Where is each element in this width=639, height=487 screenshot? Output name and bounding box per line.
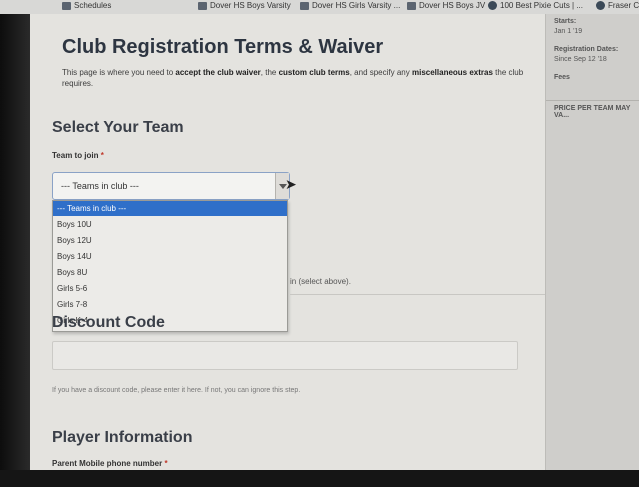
sidebar-divider — [546, 100, 639, 101]
parent-phone-label: Parent Mobile phone number * — [52, 459, 168, 468]
starts-value: Jan 1 '19 — [554, 28, 583, 35]
team-select[interactable]: --- Teams in club --- — [52, 172, 290, 200]
bookmark-item[interactable]: 100 Best Pixie Cuts | ... — [488, 1, 583, 10]
team-dropdown-list: --- Teams in club --- Boys 10U Boys 12U … — [52, 200, 288, 332]
bookmarks-bar: Schedules Dover HS Boys Varsity Dover HS… — [0, 0, 639, 14]
team-option[interactable]: Girls 7-8 — [53, 297, 287, 312]
team-option[interactable]: Girls 5-6 — [53, 281, 287, 296]
folder-icon — [407, 1, 416, 10]
fees-label: Fees — [554, 74, 570, 81]
registration-sidebar: Starts: Jan 1 '19 Registration Dates: Si… — [545, 14, 639, 470]
team-select-value: --- Teams in club --- — [61, 181, 139, 191]
main-content: Club Registration Terms & Waiver This pa… — [30, 14, 545, 470]
folder-icon — [198, 1, 207, 10]
bookmark-item[interactable]: Dover HS Girls Varsity ... — [300, 1, 400, 10]
price-per-team-label: PRICE PER TEAM MAY VA... — [554, 105, 631, 119]
player-information-heading: Player Information — [52, 429, 193, 446]
bookmark-item[interactable]: Fraser C... — [596, 1, 639, 10]
globe-icon — [596, 1, 605, 10]
folder-icon — [62, 1, 71, 10]
discount-code-hint: If you have a discount code, please ente… — [52, 387, 301, 394]
team-to-join-label: Team to join * — [52, 151, 104, 160]
registration-dates-value: Since Sep 12 '18 — [554, 56, 607, 63]
team-option[interactable]: Boys 14U — [53, 249, 287, 264]
bookmark-item[interactable]: Dover HS Boys Varsity — [198, 1, 291, 10]
screen-bezel-left — [0, 14, 30, 487]
team-option[interactable]: Boys 12U — [53, 233, 287, 248]
screen-bezel-bottom — [0, 470, 639, 487]
team-select-hint: in (select above). — [290, 277, 351, 286]
discount-code-heading: Discount Code — [52, 314, 165, 331]
globe-icon — [488, 1, 497, 10]
discount-code-input[interactable] — [52, 341, 518, 370]
registration-dates-label: Registration Dates: — [554, 46, 619, 53]
starts-label: Starts: — [554, 18, 577, 25]
team-option[interactable]: Boys 10U — [53, 217, 287, 232]
mouse-pointer-icon: ➤ — [285, 176, 297, 192]
page-intro: This page is where you need to accept th… — [62, 68, 524, 88]
bookmark-item[interactable]: Dover HS Boys JV — [407, 1, 485, 10]
team-option[interactable]: Boys 8U — [53, 265, 287, 280]
team-option[interactable]: --- Teams in club --- — [53, 201, 287, 216]
bookmark-item[interactable]: Schedules — [62, 1, 111, 10]
folder-icon — [300, 1, 309, 10]
section-divider — [290, 294, 545, 295]
page-title: Club Registration Terms & Waiver — [62, 36, 384, 58]
select-team-heading: Select Your Team — [52, 119, 184, 136]
